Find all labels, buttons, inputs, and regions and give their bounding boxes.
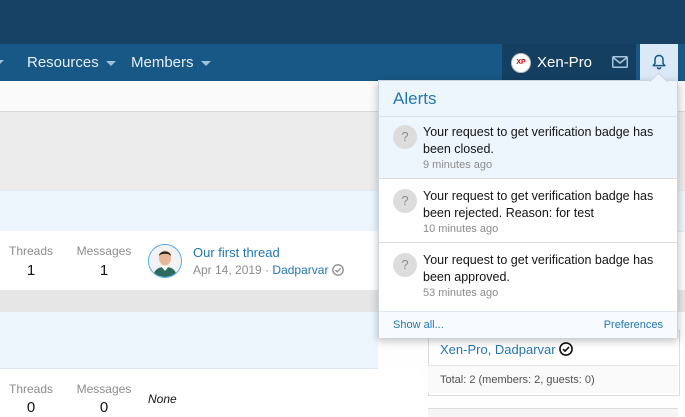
verified-badge-icon	[331, 264, 344, 276]
alert-item[interactable]: ? Your request to get verification badge…	[379, 117, 677, 179]
latest-none-text: None	[148, 392, 177, 406]
user-name[interactable]: Xen-Pro	[537, 44, 592, 81]
header-band	[0, 0, 685, 44]
messages-label: Messages	[76, 244, 132, 258]
alert-item[interactable]: ? Your request to get verification badge…	[379, 181, 677, 243]
nav-item-resources[interactable]: Resources	[27, 44, 116, 81]
question-avatar-icon: ?	[393, 189, 417, 213]
online-members-names[interactable]: Xen-Pro, Dadparvar	[440, 342, 556, 357]
verified-badge-icon	[559, 342, 574, 356]
threads-value: 1	[26, 262, 36, 279]
preferences-link[interactable]: Preferences	[604, 312, 663, 338]
meta-separator: ·	[265, 263, 270, 277]
nav-prev-caret-icon[interactable]	[0, 60, 4, 65]
question-avatar-icon: ?	[393, 253, 417, 277]
category-header	[0, 312, 378, 369]
latest-thread-date: Apr 14, 2019	[193, 263, 262, 277]
nav-item-label: Resources	[27, 54, 99, 71]
alert-text[interactable]: Your request to get verification badge h…	[423, 124, 668, 158]
alerts-footer: Show all... Preferences	[379, 311, 677, 338]
question-avatar-icon: ?	[393, 125, 417, 149]
online-total: Total: 2 (members: 2, guests: 0)	[428, 365, 678, 393]
user-avatar[interactable]: XP	[511, 53, 531, 73]
messages-label: Messages	[76, 382, 132, 396]
person-avatar-icon	[149, 245, 181, 277]
envelope-icon	[612, 56, 628, 68]
threads-value: 0	[26, 399, 36, 416]
latest-thread-title[interactable]: Our first thread	[193, 245, 280, 260]
show-all-link[interactable]: Show all...	[393, 312, 444, 338]
latest-thread-meta: Apr 14, 2019 · Dadparvar	[193, 263, 344, 277]
alert-time: 9 minutes ago	[423, 159, 493, 171]
nav-item-members[interactable]: Members	[131, 44, 211, 81]
alert-time: 10 minutes ago	[423, 223, 499, 235]
bell-icon	[652, 54, 666, 70]
messages-value: 0	[99, 399, 109, 416]
messages-value: 1	[99, 262, 109, 279]
online-members-list: Xen-Pro, Dadparvar	[440, 342, 574, 357]
conversations-button[interactable]	[604, 44, 634, 81]
latest-thread-user[interactable]: Dadparvar	[272, 263, 328, 277]
alert-item[interactable]: ? Your request to get verification badge…	[379, 245, 677, 307]
threads-label: Threads	[8, 382, 54, 396]
forum-node-row	[0, 231, 378, 289]
threads-label: Threads	[8, 244, 54, 258]
alert-text[interactable]: Your request to get verification badge h…	[423, 252, 668, 286]
alert-time: 53 minutes ago	[423, 287, 499, 299]
thread-author-avatar[interactable]	[148, 244, 182, 278]
chevron-down-icon[interactable]	[200, 60, 211, 66]
alerts-menu: Alerts ? Your request to get verificatio…	[378, 80, 678, 338]
alerts-title: Alerts	[379, 81, 677, 117]
chevron-down-icon[interactable]	[105, 60, 116, 66]
forum-node-row	[0, 369, 420, 416]
alert-text[interactable]: Your request to get verification badge h…	[423, 188, 668, 222]
nav-item-label: Members	[131, 54, 194, 71]
